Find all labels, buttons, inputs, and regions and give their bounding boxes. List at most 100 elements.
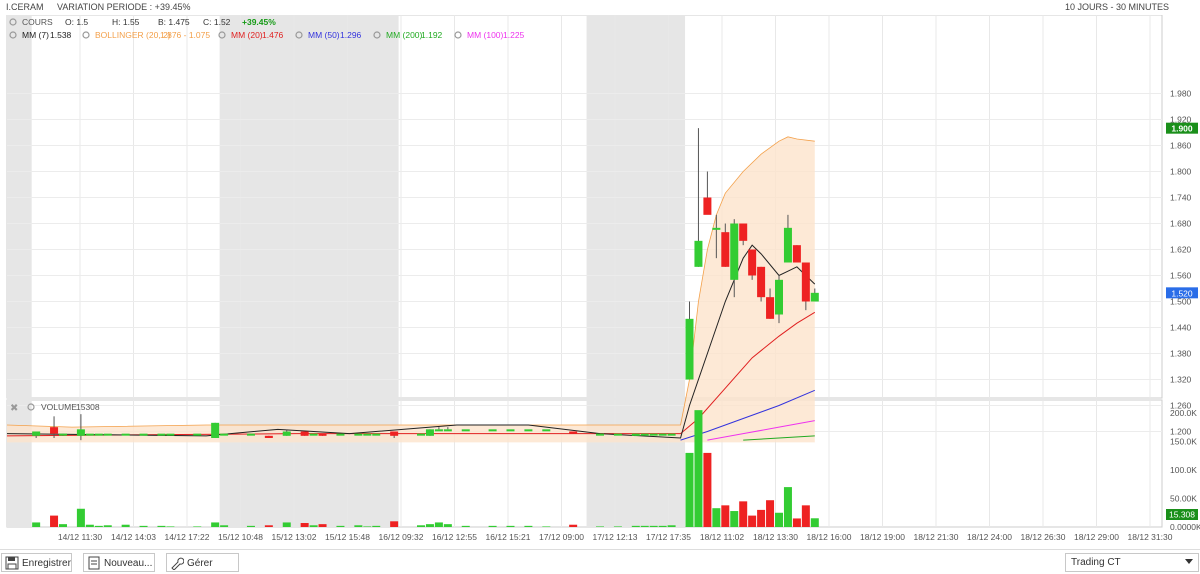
candle-body	[658, 433, 667, 436]
x-tick-label: 14/12 17:22	[165, 532, 210, 542]
volume-bar	[246, 525, 255, 527]
volume-bar	[712, 508, 721, 527]
candle-body	[792, 245, 801, 263]
candle-body	[32, 431, 41, 436]
volume-bar	[94, 525, 103, 527]
x-tick-label: 17/12 17:35	[646, 532, 691, 542]
candle	[748, 249, 757, 280]
candle-body	[264, 435, 273, 438]
manage-button[interactable]: Gérer	[166, 553, 239, 572]
candle-body	[685, 318, 694, 380]
price-volume-chart[interactable]: 1.9801.9201.8601.8001.7401.6801.6201.560…	[0, 15, 1200, 549]
volume-bar	[282, 522, 291, 527]
candle-body	[318, 433, 327, 436]
candle	[631, 433, 640, 436]
session-shade	[219, 400, 399, 527]
volume-bar	[703, 452, 712, 527]
candle-body	[417, 433, 425, 436]
legend-mm20: MM (20)	[231, 30, 263, 40]
manage-label: Gérer	[187, 558, 213, 569]
candle-body	[50, 427, 59, 434]
candle-body	[425, 429, 434, 436]
candle	[318, 433, 327, 436]
volume-bar	[103, 525, 112, 527]
variation-label: VARIATION PERIODE : +39.45%	[57, 2, 191, 12]
price-tick-label: 1.860	[1170, 141, 1192, 151]
x-tick-label: 18/12 29:00	[1074, 532, 1119, 542]
candle-body	[810, 292, 819, 302]
candle	[354, 433, 363, 436]
candle-body	[363, 433, 372, 436]
new-button[interactable]: Nouveau...	[83, 553, 155, 572]
x-tick-label: 15/12 10:48	[218, 532, 263, 542]
x-tick-label: 14/12 14:03	[111, 532, 156, 542]
candle-body	[730, 223, 739, 280]
volume-bar	[443, 524, 452, 527]
candle-body	[775, 279, 783, 315]
volume-bar	[354, 525, 363, 527]
volume-bar	[372, 525, 381, 527]
candle	[792, 245, 801, 263]
volume-bar	[569, 524, 578, 527]
x-tick-label: 16/12 12:55	[432, 532, 477, 542]
candle-body	[103, 433, 112, 436]
candle	[757, 266, 766, 302]
candle	[425, 429, 434, 436]
candle-body	[542, 429, 551, 432]
volume-bar	[596, 526, 604, 527]
volume-tick-label: 50.00K	[1170, 494, 1197, 504]
candle	[524, 429, 533, 432]
volume-value: 15308	[76, 402, 100, 412]
candle-body	[85, 433, 94, 436]
candle-body	[766, 297, 775, 319]
candle-body	[506, 429, 515, 432]
save-button[interactable]: Enregistrer	[1, 553, 72, 572]
candle-body	[721, 232, 730, 267]
candle	[461, 429, 470, 432]
legend-mm100-value: 1.225	[503, 30, 525, 40]
volume-bar	[667, 525, 676, 527]
volume-bar	[766, 500, 775, 527]
volume-bar	[524, 525, 533, 527]
bottom-toolbar: Enregistrer Nouveau... Gérer Trading CT	[0, 549, 1200, 574]
x-tick-label: 17/12 12:13	[593, 532, 638, 542]
candle-body	[211, 422, 220, 438]
legend-mm200-value: 1.192	[421, 30, 443, 40]
candle	[220, 433, 229, 436]
candle-body	[461, 429, 470, 432]
candle	[506, 429, 515, 432]
x-tick-label: 16/12 15:21	[486, 532, 531, 542]
candle-body	[649, 433, 658, 436]
candle-body	[694, 240, 703, 267]
wrench-icon	[171, 557, 184, 570]
legend-change: +39.45%	[242, 17, 276, 27]
close-icon[interactable]: ✖	[10, 403, 18, 414]
volume-label: VOLUME	[41, 402, 77, 412]
price-tick-label: 1.560	[1170, 271, 1192, 281]
volume-bar	[640, 525, 649, 527]
volume-bar	[139, 525, 148, 527]
candle-body	[434, 429, 443, 432]
x-tick-label: 18/12 11:02	[700, 532, 745, 542]
volume-bar	[390, 521, 399, 527]
candle-body	[443, 429, 452, 432]
period-selector[interactable]: 10 JOURS - 30 MINUTES	[1065, 0, 1169, 15]
x-tick-label: 18/12 21:30	[914, 532, 959, 542]
candle-body	[703, 197, 712, 215]
candle-body	[801, 262, 810, 302]
candle-body	[372, 433, 381, 436]
volume-panel	[6, 399, 1163, 528]
mode-select[interactable]: Trading CT	[1065, 553, 1199, 572]
candle-body	[157, 433, 166, 436]
candle	[596, 433, 604, 436]
price-panel	[6, 15, 1163, 399]
volume-bar	[542, 526, 551, 527]
candle	[658, 433, 667, 436]
candle	[488, 429, 497, 432]
volume-bar	[59, 524, 67, 527]
candle-body	[596, 433, 604, 436]
price-tick-label: 1.800	[1170, 167, 1192, 177]
candle	[569, 431, 578, 434]
candle-body	[667, 433, 676, 436]
session-shade	[586, 400, 686, 527]
